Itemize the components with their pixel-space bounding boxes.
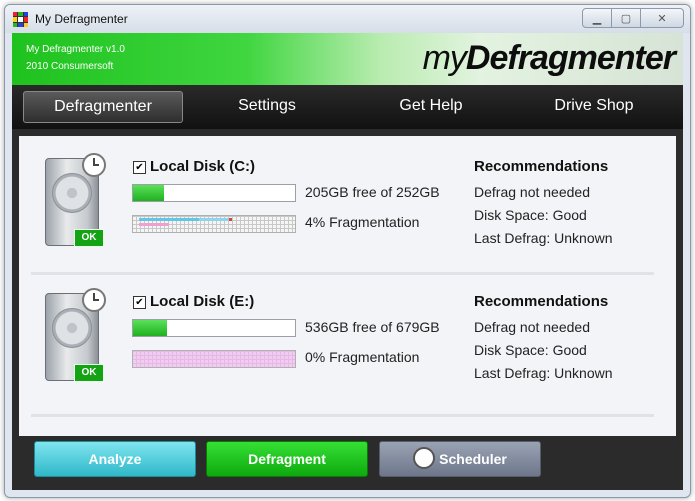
action-bar: Analyze Defragment Scheduler xyxy=(12,436,683,490)
recommendation-line: Disk Space: Good xyxy=(474,342,587,358)
tab-drive-shop[interactable]: Drive Shop xyxy=(515,91,673,121)
disk-space-bar xyxy=(132,319,296,337)
disk-name: Local Disk (E:) xyxy=(150,293,255,310)
fragmentation-text: 0% Fragmentation xyxy=(305,349,420,365)
window-title: My Defragmenter xyxy=(35,12,128,26)
window-controls: ▁ ▢ ✕ xyxy=(582,8,684,28)
fragmentation-text: 4% Fragmentation xyxy=(305,214,420,230)
disk-space-text: 205GB free of 252GB xyxy=(305,184,440,200)
nav-bar: Defragmenter Settings Get Help Drive Sho… xyxy=(12,85,683,129)
fragmentation-map xyxy=(132,350,296,368)
tab-settings[interactable]: Settings xyxy=(188,91,346,121)
hard-drive-icon: OK xyxy=(45,153,106,247)
recommendation-line: Disk Space: Good xyxy=(474,207,587,223)
app-window: My Defragmenter ▁ ▢ ✕ My Defragmenter v1… xyxy=(4,4,691,498)
clock-icon xyxy=(82,288,106,312)
disk-item-e: OK ✔ Local Disk (E:) 536GB free of 679GB… xyxy=(19,288,676,413)
divider xyxy=(31,272,654,275)
disk-list: OK ✔ Local Disk (C:) 205GB free of 252GB… xyxy=(19,136,676,436)
minimize-icon[interactable]: ▁ xyxy=(582,8,612,28)
disk-item-c: OK ✔ Local Disk (C:) 205GB free of 252GB… xyxy=(19,153,676,278)
logo-prefix: my xyxy=(422,39,467,77)
banner-company: 2010 Consumersoft xyxy=(26,61,114,72)
logo: myDefragmenter xyxy=(422,39,676,78)
disk-name: Local Disk (C:) xyxy=(150,158,256,175)
hard-drive-icon: OK xyxy=(45,288,106,382)
app-body: My Defragmenter v1.0 2010 Consumersoft m… xyxy=(12,33,683,490)
banner-version: My Defragmenter v1.0 xyxy=(26,44,125,55)
close-icon[interactable]: ✕ xyxy=(640,8,684,28)
disk-checkbox[interactable]: ✔ xyxy=(133,296,146,309)
logo-main: Defragmenter xyxy=(465,39,676,77)
recommendation-line: Last Defrag: Unknown xyxy=(474,365,613,381)
analyze-button[interactable]: Analyze xyxy=(34,441,196,477)
recommendations-title: Recommendations xyxy=(474,293,609,310)
tab-get-help[interactable]: Get Help xyxy=(352,91,510,121)
title-bar[interactable]: My Defragmenter ▁ ▢ ✕ xyxy=(5,5,690,33)
status-badge: OK xyxy=(74,364,104,382)
defragment-button[interactable]: Defragment xyxy=(206,441,368,477)
scheduler-label: Scheduler xyxy=(439,451,507,467)
recommendation-line: Defrag not needed xyxy=(474,184,590,200)
tab-defragmenter[interactable]: Defragmenter xyxy=(23,91,183,123)
app-icon xyxy=(13,12,28,27)
divider xyxy=(31,414,654,417)
recommendation-line: Last Defrag: Unknown xyxy=(474,230,613,246)
fragmentation-map xyxy=(132,215,296,233)
scheduler-button[interactable]: Scheduler xyxy=(379,441,541,477)
status-badge: OK xyxy=(74,229,104,247)
clock-icon xyxy=(413,447,436,470)
disk-checkbox[interactable]: ✔ xyxy=(133,161,146,174)
clock-icon xyxy=(82,153,106,177)
maximize-icon[interactable]: ▢ xyxy=(611,8,641,28)
disk-space-bar xyxy=(132,184,296,202)
recommendation-line: Defrag not needed xyxy=(474,319,590,335)
banner: My Defragmenter v1.0 2010 Consumersoft m… xyxy=(12,33,683,85)
disk-space-text: 536GB free of 679GB xyxy=(305,319,440,335)
recommendations-title: Recommendations xyxy=(474,158,609,175)
